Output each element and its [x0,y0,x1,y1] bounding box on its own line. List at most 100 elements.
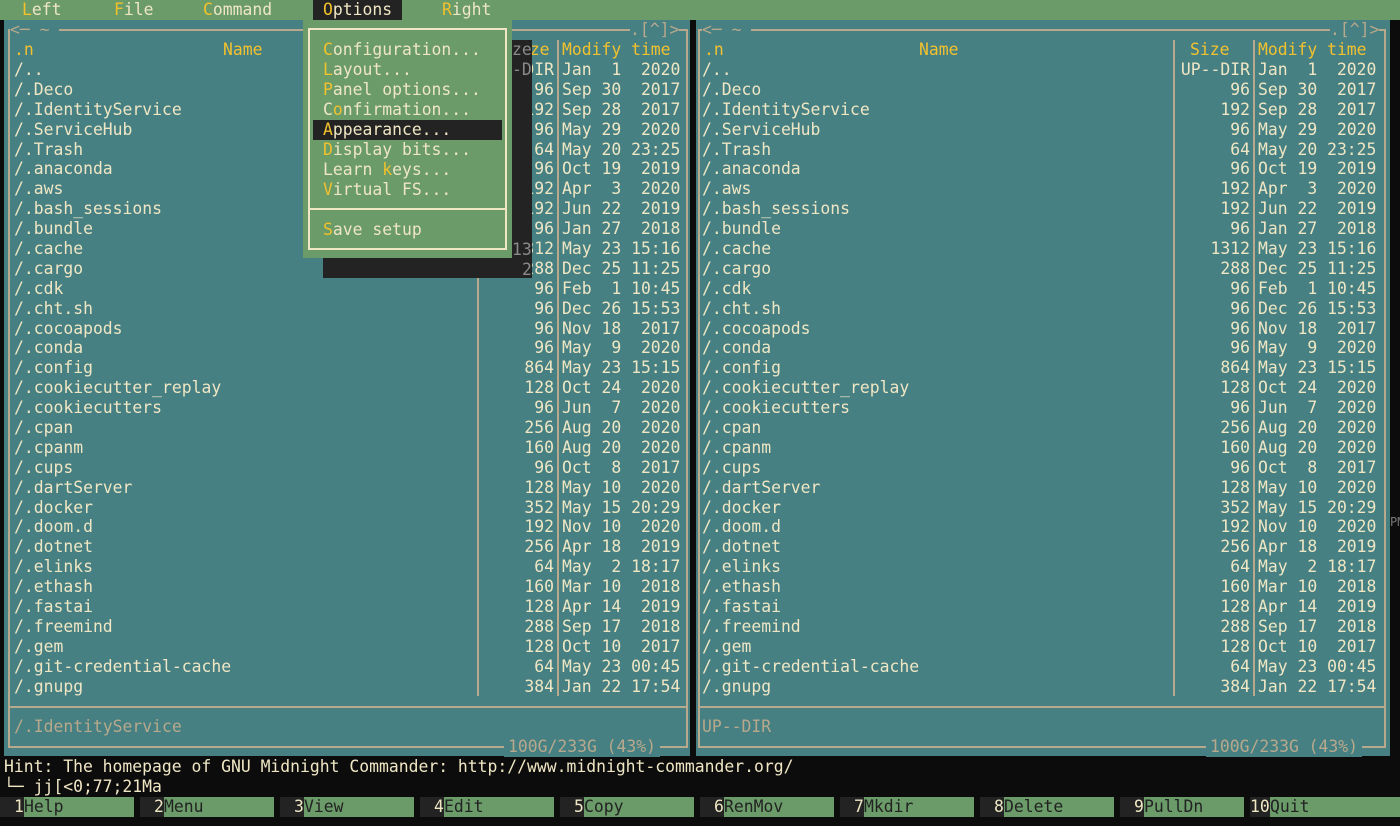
right-header-mtime[interactable]: Modify time [1258,40,1367,60]
right-file-row[interactable]: /.bundle 96 Jan 27 2018 [696,219,1390,239]
options-menu-item[interactable]: Layout... [313,60,502,80]
right-file-row[interactable]: /.Trash 64 May 20 23:25 [696,140,1390,160]
file-mtime: Dec 25 11:25 [1258,258,1377,278]
left-sort-indicator[interactable]: .n [14,40,34,60]
right-file-row[interactable]: /.cookiecutter_replay 128 Oct 24 2020 [696,378,1390,398]
fkey-edit[interactable]: 4 Edit [420,797,560,817]
fkey-help[interactable]: 1 Help [0,797,140,817]
right-file-row[interactable]: /.dotnet 256 Apr 18 2019 [696,537,1390,557]
left-header-name[interactable]: Name [223,40,262,60]
file-size: 192 [1220,179,1250,199]
fkey-mkdir[interactable]: 7 Mkdir [840,797,980,817]
left-file-row[interactable]: /.cups 96 Oct 8 2017 [4,458,690,478]
left-file-row[interactable]: /.gnupg 384 Jan 22 17:54 [4,677,690,697]
fkey-number: 8 [980,797,1004,817]
command-line[interactable]: └─ jj[<0;77;21Ma [4,777,162,797]
right-file-row[interactable]: /.cargo 288 Dec 25 11:25 [696,259,1390,279]
menu-file[interactable]: File [104,0,163,20]
left-file-row[interactable]: /.config 864 May 23 15:15 [4,358,690,378]
right-file-row[interactable]: /.Deco 96 Sep 30 2017 [696,80,1390,100]
right-file-row[interactable]: /.bash_sessions 192 Jun 22 2019 [696,199,1390,219]
right-file-row[interactable]: /.config 864 May 23 15:15 [696,358,1390,378]
right-status-line: UP--DIR [702,717,772,736]
right-file-row[interactable]: /.gnupg 384 Jan 22 17:54 [696,677,1390,697]
options-menu-save-setup[interactable]: Save setup [313,220,502,240]
right-header-size[interactable]: Size [1190,40,1229,60]
left-file-row[interactable]: /.dartServer 128 May 10 2020 [4,478,690,498]
file-mtime: Oct 24 2020 [562,378,681,398]
right-file-row[interactable]: /.freemind 288 Sep 17 2018 [696,617,1390,637]
left-file-row[interactable]: /.doom.d 192 Nov 10 2020 [4,517,690,537]
right-file-row[interactable]: /.aws 192 Apr 3 2020 [696,179,1390,199]
right-panel-path[interactable]: <─ ~ [702,20,752,40]
right-header-name[interactable]: Name [919,40,958,60]
right-panel-back-arrow[interactable]: <─ [702,20,722,39]
fkey-renmov[interactable]: 6 RenMov [700,797,840,817]
file-mtime: May 20 23:25 [562,139,681,159]
options-menu-item[interactable]: Appearance... [313,120,502,140]
options-menu-item[interactable]: Display bits... [313,140,502,160]
right-file-row[interactable]: /.docker 352 May 15 20:29 [696,498,1390,518]
left-file-row[interactable]: /.fastai 128 Apr 14 2019 [4,597,690,617]
fkey-copy[interactable]: 5 Copy [560,797,700,817]
right-file-row[interactable]: /.cookiecutters 96 Jun 7 2020 [696,398,1390,418]
left-file-row[interactable]: /.cpanm 160 Aug 20 2020 [4,438,690,458]
right-panel[interactable]: <─ ~ .[^]> .n Name Size Modify time /.. U… [696,20,1390,757]
left-file-row[interactable]: /.cpan 256 Aug 20 2020 [4,418,690,438]
right-file-row[interactable]: /.elinks 64 May 2 18:17 [696,557,1390,577]
right-file-row[interactable]: /.git-credential-cache 64 May 23 00:45 [696,657,1390,677]
right-file-row[interactable]: /.ethash 160 Mar 10 2018 [696,577,1390,597]
right-file-row[interactable]: /.cups 96 Oct 8 2017 [696,458,1390,478]
right-file-row[interactable]: /.cache 1312 May 23 15:16 [696,239,1390,259]
left-file-row[interactable]: /.cocoapods 96 Nov 18 2017 [4,319,690,339]
options-menu-item[interactable]: Panel options... [313,80,502,100]
menu-left[interactable]: Left [12,0,71,20]
left-file-row[interactable]: /.cookiecutter_replay 128 Oct 24 2020 [4,378,690,398]
left-header-mtime[interactable]: Modify time [562,40,671,60]
left-file-row[interactable]: /.elinks 64 May 2 18:17 [4,557,690,577]
right-file-row[interactable]: /.gem 128 Oct 10 2017 [696,637,1390,657]
left-file-row[interactable]: /.cookiecutters 96 Jun 7 2020 [4,398,690,418]
fkey-menu[interactable]: 2 Menu [140,797,280,817]
right-file-row[interactable]: /.cocoapods 96 Nov 18 2017 [696,319,1390,339]
right-file-row[interactable]: /.fastai 128 Apr 14 2019 [696,597,1390,617]
left-panel-back-arrow[interactable]: <─ [10,20,30,39]
options-menu-item[interactable]: Confirmation... [313,100,502,120]
right-file-row[interactable]: /.anaconda 96 Oct 19 2019 [696,159,1390,179]
right-panel-history[interactable]: .[^]> [1330,20,1380,40]
right-file-row[interactable]: /.dartServer 128 May 10 2020 [696,478,1390,498]
left-panel-history[interactable]: .[^]> [630,20,680,40]
left-file-row[interactable]: /.gem 128 Oct 10 2017 [4,637,690,657]
fkey-delete[interactable]: 8 Delete [980,797,1120,817]
options-menu-item[interactable]: Virtual FS... [313,180,502,200]
left-file-row[interactable]: /.freemind 288 Sep 17 2018 [4,617,690,637]
left-file-row[interactable]: /.docker 352 May 15 20:29 [4,498,690,518]
right-file-row[interactable]: /.conda 96 May 9 2020 [696,338,1390,358]
left-file-row[interactable]: /.conda 96 May 9 2020 [4,338,690,358]
right-file-row[interactable]: /.cdk 96 Feb 1 10:45 [696,279,1390,299]
menu-options[interactable]: Options [313,0,403,20]
right-file-row[interactable]: /.doom.d 192 Nov 10 2020 [696,517,1390,537]
options-menu-item[interactable]: Configuration... [313,40,502,60]
right-file-row[interactable]: /.. UP--DIR Jan 1 2020 [696,60,1390,80]
right-file-row[interactable]: /.cpanm 160 Aug 20 2020 [696,438,1390,458]
left-file-row[interactable]: /.git-credential-cache 64 May 23 00:45 [4,657,690,677]
left-file-row[interactable]: /.ethash 160 Mar 10 2018 [4,577,690,597]
left-file-row[interactable]: /.cdk 96 Feb 1 10:45 [4,279,690,299]
right-file-row[interactable]: /.cpan 256 Aug 20 2020 [696,418,1390,438]
fkey-view[interactable]: 3 View [280,797,420,817]
fkey-quit[interactable]: 10 Quit [1250,797,1400,817]
left-file-row[interactable]: /.dotnet 256 Apr 18 2019 [4,537,690,557]
menu-right[interactable]: Right [432,0,501,20]
left-panel-path[interactable]: <─ ~ [10,20,60,40]
file-name: /.cups [14,457,74,477]
file-mtime: May 9 2020 [562,338,681,358]
menu-command[interactable]: Command [193,0,282,20]
right-file-row[interactable]: /.cht.sh 96 Dec 26 15:53 [696,299,1390,319]
right-file-row[interactable]: /.ServiceHub 96 May 29 2020 [696,120,1390,140]
right-file-row[interactable]: /.IdentityService 192 Sep 28 2017 [696,100,1390,120]
options-menu-item[interactable]: Learn keys... [313,160,502,180]
right-sort-indicator[interactable]: .n [704,40,724,60]
left-file-row[interactable]: /.cht.sh 96 Dec 26 15:53 [4,299,690,319]
fkey-pulldn[interactable]: 9 PullDn [1120,797,1250,817]
